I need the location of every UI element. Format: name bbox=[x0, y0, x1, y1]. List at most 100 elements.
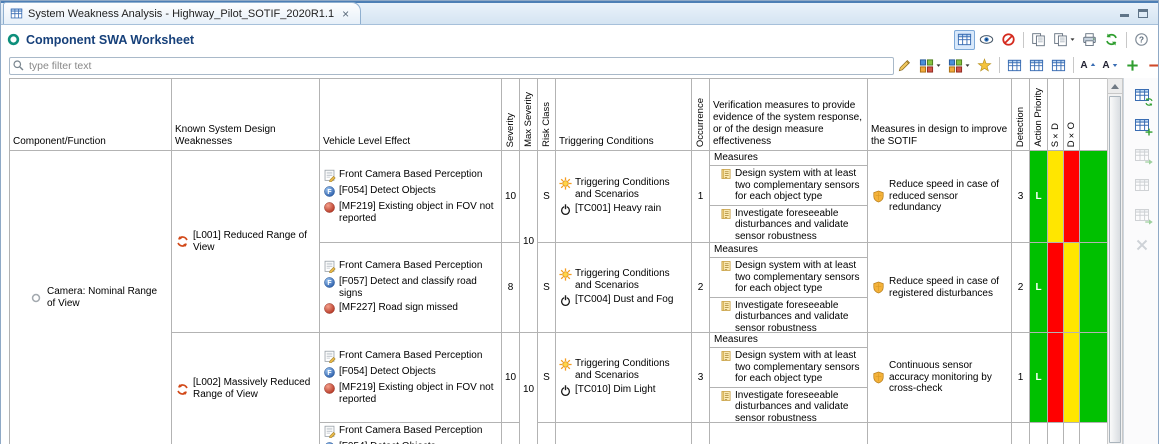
move-row-button[interactable] bbox=[1130, 203, 1154, 227]
close-icon[interactable]: × bbox=[339, 8, 352, 20]
action-priority-cell[interactable] bbox=[1030, 423, 1048, 444]
font-decrease-button[interactable]: A bbox=[1100, 55, 1121, 75]
triggering-cell[interactable] bbox=[556, 423, 692, 444]
severity-cell[interactable]: 8 bbox=[502, 243, 520, 333]
detection-cell[interactable]: 3 bbox=[1012, 151, 1030, 243]
column-header-detection[interactable]: Detection bbox=[1012, 79, 1030, 151]
category-filter-2-button[interactable] bbox=[945, 55, 973, 75]
filter-input[interactable] bbox=[9, 57, 894, 75]
column-header-risk-class[interactable]: Risk Class bbox=[538, 79, 556, 151]
table-layout-2-button[interactable] bbox=[1026, 55, 1047, 75]
detection-cell[interactable]: 1 bbox=[1012, 333, 1030, 423]
triggering-cell[interactable]: Triggering Conditions and Scenarios [TC0… bbox=[556, 333, 692, 423]
risk-bar-cell[interactable] bbox=[1080, 333, 1108, 423]
sxd-cell[interactable] bbox=[1048, 333, 1064, 423]
severity-cell[interactable]: 10 bbox=[502, 333, 520, 423]
occurrence-cell[interactable]: 1 bbox=[692, 151, 710, 243]
grid-view-button[interactable] bbox=[954, 30, 975, 50]
action-priority-cell[interactable]: L bbox=[1030, 243, 1048, 333]
column-header-max-severity[interactable]: Max Severity bbox=[520, 79, 538, 151]
risk-bar-cell[interactable] bbox=[1080, 151, 1108, 243]
sxd-cell[interactable] bbox=[1048, 243, 1064, 333]
copy-button[interactable] bbox=[1028, 30, 1049, 50]
occurrence-cell[interactable]: 2 bbox=[692, 243, 710, 333]
highlight-new-button[interactable] bbox=[974, 55, 995, 75]
sxd-cell[interactable] bbox=[1048, 151, 1064, 243]
triggering-cell[interactable]: Triggering Conditions and Scenarios [TC0… bbox=[556, 243, 692, 333]
column-header-dxo[interactable]: D×O bbox=[1064, 79, 1080, 151]
show-hide-button[interactable] bbox=[976, 30, 997, 50]
column-header-severity[interactable]: Severity bbox=[502, 79, 520, 151]
component-cell[interactable]: Camera: Nominal Range of View bbox=[10, 151, 172, 444]
delete-row-button[interactable] bbox=[1130, 233, 1154, 257]
edit-button[interactable] bbox=[894, 55, 915, 75]
help-button[interactable] bbox=[1131, 30, 1152, 50]
verification-cell[interactable]: Measures Design system with at least two… bbox=[710, 243, 868, 333]
column-header-sxd[interactable]: S×D bbox=[1048, 79, 1064, 151]
design-measure-icon bbox=[872, 281, 885, 294]
severity-cell[interactable] bbox=[502, 423, 520, 444]
copy-menu-button[interactable] bbox=[1050, 30, 1078, 50]
dxo-cell[interactable] bbox=[1064, 423, 1080, 444]
detection-cell[interactable]: 2 bbox=[1012, 243, 1030, 333]
dxo-cell[interactable] bbox=[1064, 243, 1080, 333]
font-increase-button[interactable]: A bbox=[1078, 55, 1099, 75]
design-measures-cell[interactable]: Reduce speed in case of reduced sensor r… bbox=[868, 151, 1012, 243]
design-measures-cell[interactable] bbox=[868, 423, 1012, 444]
max-severity-cell[interactable]: 10 bbox=[520, 333, 538, 444]
detection-cell[interactable] bbox=[1012, 423, 1030, 444]
occurrence-cell[interactable] bbox=[692, 423, 710, 444]
refresh-button[interactable] bbox=[1101, 30, 1122, 50]
suppress-button[interactable] bbox=[998, 30, 1019, 50]
column-header-triggering[interactable]: Triggering Conditions bbox=[556, 79, 692, 151]
column-header-component[interactable]: Component/Function bbox=[10, 79, 172, 151]
expand-all-button[interactable] bbox=[1122, 55, 1143, 75]
triggering-cell[interactable]: Triggering Conditions and Scenarios [TC0… bbox=[556, 151, 692, 243]
minimize-icon[interactable] bbox=[1120, 9, 1130, 18]
refresh-table-button[interactable] bbox=[1130, 83, 1154, 107]
dxo-cell[interactable] bbox=[1064, 333, 1080, 423]
occurrence-cell[interactable]: 3 bbox=[692, 333, 710, 423]
column-header-design-measures[interactable]: Measures in design to improve the SOTIF bbox=[868, 79, 1012, 151]
weakness-cell[interactable]: [L001] Reduced Range of View bbox=[172, 151, 320, 333]
weakness-cell[interactable]: [L002] Massively Reduced Range of View bbox=[172, 333, 320, 444]
sxd-cell[interactable] bbox=[1048, 423, 1064, 444]
column-header-effect[interactable]: Vehicle Level Effect bbox=[320, 79, 502, 151]
table-layout-3-button[interactable] bbox=[1048, 55, 1069, 75]
effect-cell[interactable]: Front Camera Based Perception [F054] Det… bbox=[320, 423, 502, 444]
scrollbar-thumb[interactable] bbox=[1109, 96, 1121, 443]
design-measures-cell[interactable]: Reduce speed in case of registered distu… bbox=[868, 243, 1012, 333]
effect-cell[interactable]: Front Camera Based Perception [F054] Det… bbox=[320, 151, 502, 243]
action-priority-cell[interactable]: L bbox=[1030, 333, 1048, 423]
risk-class-cell[interactable]: S bbox=[538, 243, 556, 333]
design-measures-cell[interactable]: Continuous sensor accuracy monitoring by… bbox=[868, 333, 1012, 423]
insert-row-button[interactable] bbox=[1130, 143, 1154, 167]
dxo-cell[interactable] bbox=[1064, 151, 1080, 243]
maximize-icon[interactable] bbox=[1138, 9, 1148, 18]
column-header-occurrence[interactable]: Occurrence bbox=[692, 79, 710, 151]
risk-class-cell[interactable] bbox=[538, 423, 556, 444]
collapse-all-button[interactable] bbox=[1144, 55, 1159, 75]
verification-cell[interactable]: Measures Design system with at least two… bbox=[710, 333, 868, 423]
editor-tab[interactable]: System Weakness Analysis - Highway_Pilot… bbox=[3, 2, 361, 24]
effect-cell[interactable]: Front Camera Based Perception [F054] Det… bbox=[320, 333, 502, 423]
column-header-weaknesses[interactable]: Known System Design Weaknesses bbox=[172, 79, 320, 151]
edit-row-button[interactable] bbox=[1130, 173, 1154, 197]
category-filter-1-button[interactable] bbox=[916, 55, 944, 75]
column-header-action-priority[interactable]: Action Priority bbox=[1030, 79, 1048, 151]
risk-bar-cell[interactable] bbox=[1080, 243, 1108, 333]
scroll-up-button[interactable] bbox=[1108, 79, 1122, 94]
risk-bar-cell[interactable] bbox=[1080, 423, 1108, 444]
add-row-button[interactable] bbox=[1130, 113, 1154, 137]
column-header-verification[interactable]: Verification measures to provide evidenc… bbox=[710, 79, 868, 151]
effect-cell[interactable]: Front Camera Based Perception [F057] Det… bbox=[320, 243, 502, 333]
risk-class-cell[interactable]: S bbox=[538, 151, 556, 243]
max-severity-cell[interactable]: 10 bbox=[520, 151, 538, 333]
verification-cell[interactable] bbox=[710, 423, 868, 444]
risk-class-cell[interactable]: S bbox=[538, 333, 556, 423]
action-priority-cell[interactable]: L bbox=[1030, 151, 1048, 243]
verification-cell[interactable]: Measures Design system with at least two… bbox=[710, 151, 868, 243]
table-layout-1-button[interactable] bbox=[1004, 55, 1025, 75]
print-button[interactable] bbox=[1079, 30, 1100, 50]
severity-cell[interactable]: 10 bbox=[502, 151, 520, 243]
